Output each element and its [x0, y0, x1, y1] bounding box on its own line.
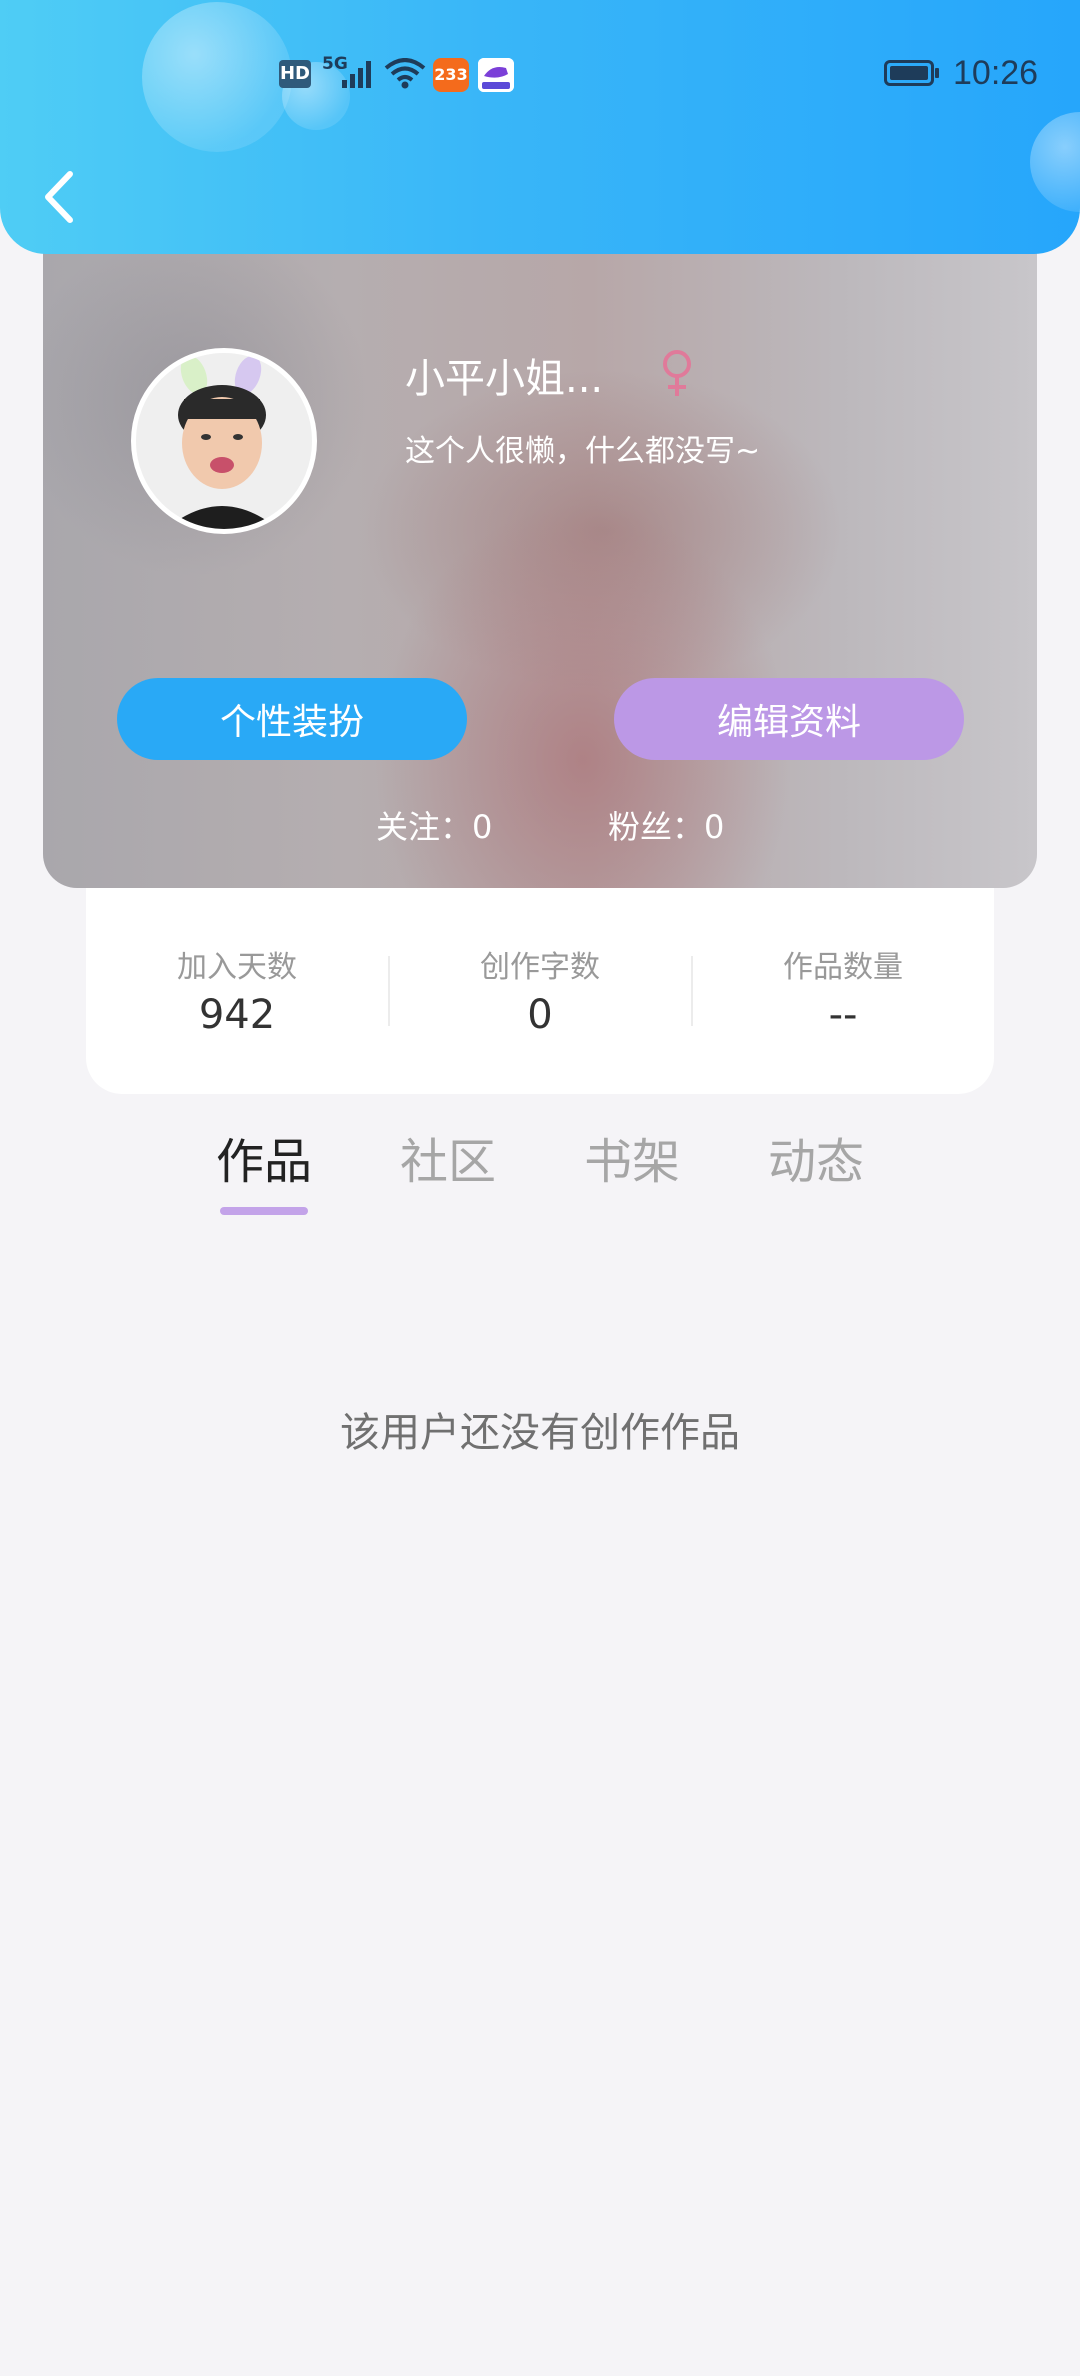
battery-icon: [884, 60, 939, 86]
tab-community[interactable]: 社区: [400, 1122, 496, 1192]
active-tab-indicator: [220, 1207, 308, 1215]
header-background: HD 5G 233 10:26: [0, 0, 1080, 254]
stats-card: 加入天数 942 创作字数 0 作品数量 --: [86, 888, 994, 1094]
stat-join-days: 加入天数 942: [86, 942, 388, 1038]
tab-activity[interactable]: 动态: [768, 1122, 864, 1192]
stat-value: 0: [527, 992, 553, 1038]
tab-works[interactable]: 作品: [216, 1122, 312, 1192]
stat-label: 创作字数: [480, 950, 600, 985]
profile-page: HD 5G 233 10:26 小平小姐... 这个人很懒，什么都没写~ 个性装…: [0, 0, 1080, 2376]
edit-profile-button[interactable]: 编辑资料: [614, 678, 964, 760]
dressup-button[interactable]: 个性装扮: [117, 678, 467, 760]
back-button[interactable]: [36, 162, 80, 232]
decor-bubble: [1030, 112, 1080, 212]
back-arrow-icon: [45, 171, 73, 223]
tab-bookshelf[interactable]: 书架: [584, 1122, 680, 1192]
hd-icon: HD: [279, 60, 311, 88]
stat-works-count: 作品数量 --: [692, 942, 994, 1038]
username: 小平小姐...: [405, 356, 604, 402]
stat-value: 942: [198, 992, 276, 1038]
bio-text: 这个人很懒，什么都没写~: [405, 434, 761, 469]
avatar[interactable]: [131, 348, 317, 534]
stat-word-count: 创作字数 0: [389, 942, 691, 1038]
stat-value: --: [828, 992, 858, 1038]
wifi-icon: [384, 58, 426, 89]
app-notification-icon: [478, 58, 514, 92]
stat-label: 作品数量: [783, 950, 903, 985]
stat-label: 加入天数: [177, 950, 297, 985]
app-233-icon: 233: [433, 58, 469, 92]
profile-card: 小平小姐... 这个人很懒，什么都没写~ 个性装扮 编辑资料 关注：0 粉丝：0: [43, 200, 1037, 888]
empty-state-message: 该用户还没有创作作品: [340, 1410, 740, 1456]
status-time: 10:26: [953, 54, 1039, 92]
female-icon: [663, 350, 691, 396]
signal-icon: [342, 61, 371, 88]
status-bar: HD 5G 233 10:26: [0, 48, 1080, 102]
following-count[interactable]: 关注：0: [376, 802, 492, 848]
avatar-image: [136, 353, 312, 529]
fans-count[interactable]: 粉丝：0: [608, 802, 724, 848]
